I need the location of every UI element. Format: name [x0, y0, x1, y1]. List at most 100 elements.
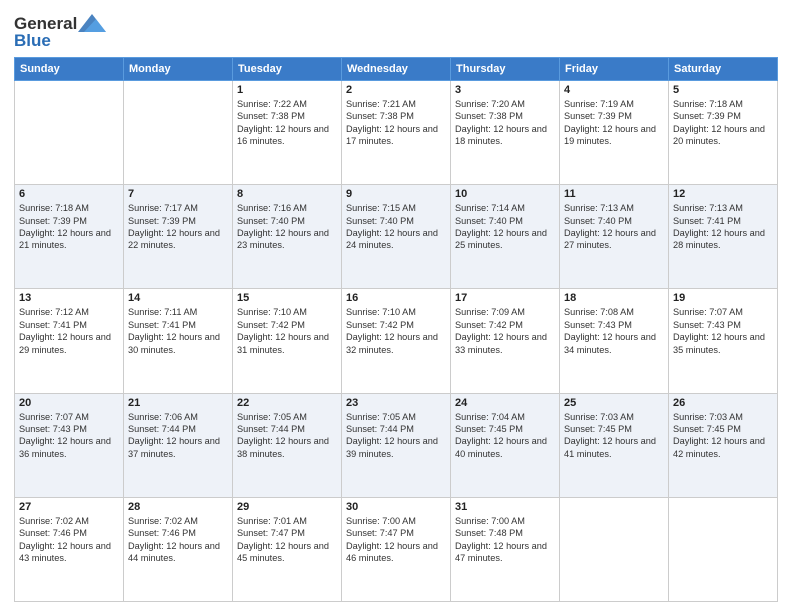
calendar-cell: 2 Sunrise: 7:21 AM Sunset: 7:38 PM Daylig…: [342, 81, 451, 185]
calendar-cell: 22 Sunrise: 7:05 AM Sunset: 7:44 PM Dayli…: [233, 393, 342, 497]
calendar-cell: 27Sunrise: 7:02 AM Sunset: 7:46 PM Dayli…: [15, 497, 124, 601]
page: General Blue SundayMondayTuesdayWednesda…: [0, 0, 792, 612]
calendar-cell: 28 Sunrise: 7:02 AM Sunset: 7:46 PM Dayli…: [124, 497, 233, 601]
calendar-cell: 24 Sunrise: 7:04 AM Sunset: 7:45 PM Dayli…: [451, 393, 560, 497]
calendar-week-row: 13 Sunrise: 7:12 AM Sunset: 7:41 PM Dayli…: [15, 289, 778, 393]
calendar-week-row: 1 Sunrise: 7:22 AM Sunset: 7:38 PM Daylig…: [15, 81, 778, 185]
header: General Blue: [14, 10, 778, 51]
calendar-cell: 21 Sunrise: 7:06 AM Sunset: 7:44 PM Dayli…: [124, 393, 233, 497]
day-number: 14: [128, 292, 228, 304]
day-info: Sunrise: 7:05 AM Sunset: 7:44 PM Dayligh…: [346, 411, 446, 461]
day-number: 7: [128, 188, 228, 200]
calendar-cell: 13 Sunrise: 7:12 AM Sunset: 7:41 PM Dayli…: [15, 289, 124, 393]
calendar-table: SundayMondayTuesdayWednesdayThursdayFrid…: [14, 57, 778, 602]
day-number: 22: [237, 397, 337, 409]
calendar-cell: [669, 497, 778, 601]
day-number: 25: [564, 397, 664, 409]
calendar-cell: 5 Sunrise: 7:18 AM Sunset: 7:39 PM Daylig…: [669, 81, 778, 185]
calendar-cell: 31 Sunrise: 7:00 AM Sunset: 7:48 PM Dayli…: [451, 497, 560, 601]
day-number: 16: [346, 292, 446, 304]
calendar-header-row: SundayMondayTuesdayWednesdayThursdayFrid…: [15, 58, 778, 81]
calendar-cell: 18 Sunrise: 7:08 AM Sunset: 7:43 PM Dayli…: [560, 289, 669, 393]
day-info: Sunrise: 7:09 AM Sunset: 7:42 PM Dayligh…: [455, 306, 555, 356]
day-info: Sunrise: 7:00 AM Sunset: 7:48 PM Dayligh…: [455, 515, 555, 565]
logo-blue-text: Blue: [14, 31, 51, 51]
day-of-week-header: Wednesday: [342, 58, 451, 81]
calendar-week-row: 20 Sunrise: 7:07 AM Sunset: 7:43 PM Dayli…: [15, 393, 778, 497]
calendar-cell: 29 Sunrise: 7:01 AM Sunset: 7:47 PM Dayli…: [233, 497, 342, 601]
day-number: 13: [19, 292, 119, 304]
day-info: Sunrise: 7:11 AM Sunset: 7:41 PM Dayligh…: [128, 306, 228, 356]
day-number: 28: [128, 501, 228, 513]
day-info: Sunrise: 7:04 AM Sunset: 7:45 PM Dayligh…: [455, 411, 555, 461]
day-number: 5: [673, 84, 773, 96]
calendar-cell: 23 Sunrise: 7:05 AM Sunset: 7:44 PM Dayli…: [342, 393, 451, 497]
calendar-week-row: 27 Sunrise: 7:02 AM Sunset: 7:46 PM Dayli…: [15, 497, 778, 601]
day-number: 15: [237, 292, 337, 304]
day-info: Sunrise: 7:21 AM Sunset: 7:38 PM Dayligh…: [346, 98, 446, 148]
day-number: 4: [564, 84, 664, 96]
day-info: Sunrise: 7:19 AM Sunset: 7:39 PM Dayligh…: [564, 98, 664, 148]
calendar-cell: 15Sunrise: 7:10 AM Sunset: 7:42 PM Dayli…: [233, 289, 342, 393]
calendar-cell: 17 Sunrise: 7:09 AM Sunset: 7:42 PM Dayli…: [451, 289, 560, 393]
day-number: 2: [346, 84, 446, 96]
day-info: Sunrise: 7:14 AM Sunset: 7:40 PM Dayligh…: [455, 202, 555, 252]
day-info: Sunrise: 7:15 AM Sunset: 7:40 PM Dayligh…: [346, 202, 446, 252]
day-info: Sunrise: 7:13 AM Sunset: 7:40 PM Dayligh…: [564, 202, 664, 252]
day-info: Sunrise: 7:20 AM Sunset: 7:38 PM Dayligh…: [455, 98, 555, 148]
logo: General Blue: [14, 14, 106, 51]
day-of-week-header: Sunday: [15, 58, 124, 81]
calendar-cell: 20 Sunrise: 7:07 AM Sunset: 7:43 PM Dayli…: [15, 393, 124, 497]
calendar-cell: 16 Sunrise: 7:10 AM Sunset: 7:42 PM Dayli…: [342, 289, 451, 393]
day-number: 8: [237, 188, 337, 200]
calendar-cell: 8 Sunrise: 7:16 AM Sunset: 7:40 PM Daylig…: [233, 185, 342, 289]
calendar-cell: 10 Sunrise: 7:14 AM Sunset: 7:40 PM Dayli…: [451, 185, 560, 289]
day-info: Sunrise: 7:18 AM Sunset: 7:39 PM Dayligh…: [673, 98, 773, 148]
day-number: 19: [673, 292, 773, 304]
calendar-cell: 6 Sunrise: 7:18 AM Sunset: 7:39 PM Daylig…: [15, 185, 124, 289]
day-of-week-header: Thursday: [451, 58, 560, 81]
day-number: 6: [19, 188, 119, 200]
day-number: 30: [346, 501, 446, 513]
calendar-cell: 9 Sunrise: 7:15 AM Sunset: 7:40 PM Daylig…: [342, 185, 451, 289]
day-info: Sunrise: 7:07 AM Sunset: 7:43 PM Dayligh…: [19, 411, 119, 461]
day-number: 17: [455, 292, 555, 304]
day-info: Sunrise: 7:12 AM Sunset: 7:41 PM Dayligh…: [19, 306, 119, 356]
day-info: Sunrise: 7:02 AM Sunset: 7:46 PM Dayligh…: [128, 515, 228, 565]
day-number: 24: [455, 397, 555, 409]
day-number: 10: [455, 188, 555, 200]
day-info: Sunrise: 7:06 AM Sunset: 7:44 PM Dayligh…: [128, 411, 228, 461]
calendar-cell: 19 Sunrise: 7:07 AM Sunset: 7:43 PM Dayli…: [669, 289, 778, 393]
day-number: 27: [19, 501, 119, 513]
calendar-cell: [560, 497, 669, 601]
day-info: Sunrise: 7:22 AM Sunset: 7:38 PM Dayligh…: [237, 98, 337, 148]
day-info: Sunrise: 7:00 AM Sunset: 7:47 PM Dayligh…: [346, 515, 446, 565]
day-info: Sunrise: 7:18 AM Sunset: 7:39 PM Dayligh…: [19, 202, 119, 252]
day-of-week-header: Saturday: [669, 58, 778, 81]
calendar-cell: 12 Sunrise: 7:13 AM Sunset: 7:41 PM Dayli…: [669, 185, 778, 289]
day-number: 12: [673, 188, 773, 200]
day-info: Sunrise: 7:16 AM Sunset: 7:40 PM Dayligh…: [237, 202, 337, 252]
day-number: 23: [346, 397, 446, 409]
day-info: Sunrise: 7:10 AM Sunset: 7:42 PM Dayligh…: [346, 306, 446, 356]
day-info: Sunrise: 7:05 AM Sunset: 7:44 PM Dayligh…: [237, 411, 337, 461]
day-number: 9: [346, 188, 446, 200]
day-number: 1: [237, 84, 337, 96]
calendar-cell: 26Sunrise: 7:03 AM Sunset: 7:45 PM Dayli…: [669, 393, 778, 497]
day-number: 31: [455, 501, 555, 513]
day-number: 18: [564, 292, 664, 304]
calendar-week-row: 6 Sunrise: 7:18 AM Sunset: 7:39 PM Daylig…: [15, 185, 778, 289]
day-info: Sunrise: 7:07 AM Sunset: 7:43 PM Dayligh…: [673, 306, 773, 356]
day-info: Sunrise: 7:17 AM Sunset: 7:39 PM Dayligh…: [128, 202, 228, 252]
calendar-cell: 1 Sunrise: 7:22 AM Sunset: 7:38 PM Daylig…: [233, 81, 342, 185]
day-info: Sunrise: 7:13 AM Sunset: 7:41 PM Dayligh…: [673, 202, 773, 252]
calendar-cell: 4 Sunrise: 7:19 AM Sunset: 7:39 PM Daylig…: [560, 81, 669, 185]
day-number: 20: [19, 397, 119, 409]
calendar-cell: 11Sunrise: 7:13 AM Sunset: 7:40 PM Dayli…: [560, 185, 669, 289]
day-number: 29: [237, 501, 337, 513]
calendar-cell: 25Sunrise: 7:03 AM Sunset: 7:45 PM Dayli…: [560, 393, 669, 497]
day-info: Sunrise: 7:01 AM Sunset: 7:47 PM Dayligh…: [237, 515, 337, 565]
day-number: 21: [128, 397, 228, 409]
day-info: Sunrise: 7:08 AM Sunset: 7:43 PM Dayligh…: [564, 306, 664, 356]
day-info: Sunrise: 7:03 AM Sunset: 7:45 PM Dayligh…: [673, 411, 773, 461]
